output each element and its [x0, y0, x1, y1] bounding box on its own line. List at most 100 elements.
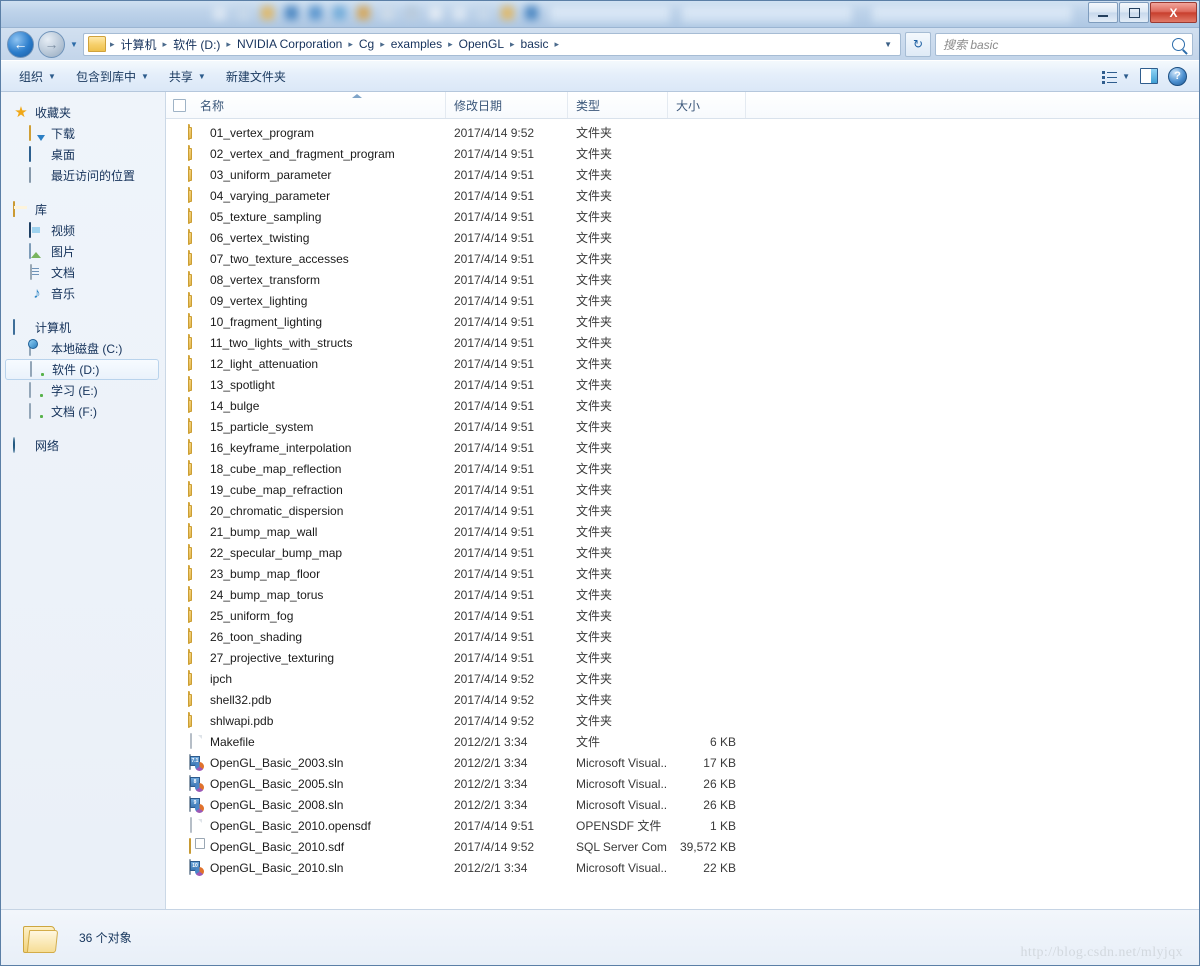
breadcrumb-item-0[interactable]: 计算机: [117, 34, 161, 55]
table-row[interactable]: 16_keyframe_interpolation 2017/4/14 9:51 文…: [166, 437, 1199, 458]
table-row[interactable]: 13_spotlight 2017/4/14 9:51 文件夹: [166, 374, 1199, 395]
table-row[interactable]: 12_light_attenuation 2017/4/14 9:51 文件夹: [166, 353, 1199, 374]
table-row[interactable]: 05_texture_sampling 2017/4/14 9:51 文件夹: [166, 206, 1199, 227]
cell-type: 文件夹: [576, 651, 613, 665]
sidebar-item-2-1[interactable]: 软件 (D:): [5, 359, 159, 380]
toolbar-item-1[interactable]: 包含到库中 ▼: [66, 64, 159, 89]
navigation-pane: ★ 收藏夹 下载 桌面 最近访问的位置库视频 图片 文档 ♪ 音乐计算机 本地磁盘 (C:) 软件 …: [1, 92, 166, 909]
table-row[interactable]: ipch 2017/4/14 9:52 文件夹: [166, 668, 1199, 689]
cell-size: 22 KB: [703, 860, 736, 875]
sidebar-item-1-0[interactable]: 视频: [1, 220, 165, 241]
table-row[interactable]: 26_toon_shading 2017/4/14 9:51 文件夹: [166, 626, 1199, 647]
table-row[interactable]: 8 OpenGL_Basic_2005.sln 2012/2/1 3:34 Micro…: [166, 773, 1199, 794]
sidebar-item-1-2[interactable]: 文档: [1, 262, 165, 283]
help-icon[interactable]: ?: [1168, 66, 1187, 86]
table-row[interactable]: 10_fragment_lighting 2017/4/14 9:51 文件夹: [166, 311, 1199, 332]
table-row[interactable]: 9 OpenGL_Basic_2008.sln 2012/2/1 3:34 Micro…: [166, 794, 1199, 815]
table-row[interactable]: 23_bump_map_floor 2017/4/14 9:51 文件夹: [166, 563, 1199, 584]
search-input[interactable]: 搜索 basic: [935, 32, 1193, 56]
folder-icon: [188, 396, 204, 414]
table-row[interactable]: 06_vertex_twisting 2017/4/14 9:51 文件夹: [166, 227, 1199, 248]
table-row[interactable]: Makefile 2012/2/1 3:34 文件 6 KB: [166, 731, 1199, 752]
maximize-button[interactable]: [1119, 2, 1149, 23]
video-icon: [29, 221, 45, 239]
cell-date: 2017/4/14 9:52: [454, 713, 535, 728]
column-header-name[interactable]: 名称: [192, 92, 446, 118]
cell-name: 7.1 OpenGL_Basic_2003.sln: [166, 752, 446, 773]
sidebar-item-2-2[interactable]: 学习 (E:): [1, 380, 165, 401]
table-row[interactable]: 04_varying_parameter 2017/4/14 9:51 文件夹: [166, 185, 1199, 206]
column-header-type[interactable]: 类型: [568, 92, 668, 118]
table-row[interactable]: 7.1 OpenGL_Basic_2003.sln 2012/2/1 3:34 Mic…: [166, 752, 1199, 773]
sidebar-item-0-0[interactable]: 下载: [1, 123, 165, 144]
select-all-checkbox[interactable]: [166, 92, 192, 118]
table-row[interactable]: 09_vertex_lighting 2017/4/14 9:51 文件夹: [166, 290, 1199, 311]
breadcrumb-item-2[interactable]: NVIDIA Corporation: [233, 35, 346, 53]
sidebar-header-2[interactable]: 计算机: [1, 317, 165, 338]
sidebar-header-0[interactable]: ★ 收藏夹: [1, 102, 165, 123]
sidebar-item-0-1[interactable]: 桌面: [1, 144, 165, 165]
table-row[interactable]: 22_specular_bump_map 2017/4/14 9:51 文件夹: [166, 542, 1199, 563]
sidebar-item-1-3[interactable]: ♪ 音乐: [1, 283, 165, 304]
toolbar-item-2[interactable]: 共享 ▼: [159, 64, 216, 89]
table-row[interactable]: 08_vertex_transform 2017/4/14 9:51 文件夹: [166, 269, 1199, 290]
table-row[interactable]: 21_bump_map_wall 2017/4/14 9:51 文件夹: [166, 521, 1199, 542]
breadcrumb-item-3[interactable]: Cg: [355, 35, 378, 53]
table-row[interactable]: 03_uniform_parameter 2017/4/14 9:51 文件夹: [166, 164, 1199, 185]
forward-button[interactable]: →: [38, 30, 65, 58]
sidebar-item-2-0[interactable]: 本地磁盘 (C:): [1, 338, 165, 359]
address-bar: ← → ▼ ▸ 计算机 ▸ 软件 (D:) ▸ NVIDIA Corporation ▸ Cg…: [1, 28, 1199, 60]
breadcrumb-item-6[interactable]: basic: [517, 35, 553, 53]
table-row[interactable]: 19_cube_map_refraction 2017/4/14 9:51 文件夹: [166, 479, 1199, 500]
sidebar-header-3[interactable]: 网络: [1, 435, 165, 456]
preview-pane-button[interactable]: [1140, 68, 1158, 84]
table-row[interactable]: 24_bump_map_torus 2017/4/14 9:51 文件夹: [166, 584, 1199, 605]
table-row[interactable]: 15_particle_system 2017/4/14 9:51 文件夹: [166, 416, 1199, 437]
table-row[interactable]: 20_chromatic_dispersion 2017/4/14 9:51 文件夹: [166, 500, 1199, 521]
table-row[interactable]: 14_bulge 2017/4/14 9:51 文件夹: [166, 395, 1199, 416]
sidebar-header-1[interactable]: 库: [1, 199, 165, 220]
refresh-button[interactable]: ↻: [905, 31, 931, 57]
sidebar-item-label: 库: [35, 203, 48, 217]
cell-name: 21_bump_map_wall: [166, 521, 446, 542]
toolbar-item-0[interactable]: 组织 ▼: [9, 64, 66, 89]
back-button[interactable]: ←: [7, 30, 34, 58]
cell-type: 文件夹: [576, 378, 613, 392]
table-row[interactable]: 02_vertex_and_fragment_program 2017/4/14 …: [166, 143, 1199, 164]
cell-type: 文件夹: [576, 462, 613, 476]
cell-date: 2017/4/14 9:51: [454, 398, 535, 413]
minimize-button[interactable]: [1088, 2, 1118, 23]
table-row[interactable]: 25_uniform_fog 2017/4/14 9:51 文件夹: [166, 605, 1199, 626]
chevron-down-icon[interactable]: ▼: [878, 40, 898, 49]
table-row[interactable]: 10 OpenGL_Basic_2010.sln 2012/2/1 3:34 Micr…: [166, 857, 1199, 878]
table-row[interactable]: OpenGL_Basic_2010.opensdf 2017/4/14 9:51 O…: [166, 815, 1199, 836]
cell-type: SQL Server Com...: [576, 839, 668, 854]
breadcrumb-item-5[interactable]: OpenGL: [455, 35, 508, 53]
column-header-size[interactable]: 大小: [668, 92, 746, 118]
change-view-button[interactable]: ▼: [1102, 70, 1130, 84]
breadcrumb-separator: ▸: [448, 38, 453, 49]
toolbar-view-controls: ▼ ?: [1102, 66, 1191, 86]
toolbar-item-3[interactable]: 新建文件夹: [216, 64, 296, 89]
table-row[interactable]: 18_cube_map_reflection 2017/4/14 9:51 文件夹: [166, 458, 1199, 479]
sidebar-item-2-3[interactable]: 文档 (F:): [1, 401, 165, 422]
file-name: 06_vertex_twisting: [210, 230, 310, 245]
table-row[interactable]: 01_vertex_program 2017/4/14 9:52 文件夹: [166, 122, 1199, 143]
table-row[interactable]: shell32.pdb 2017/4/14 9:52 文件夹: [166, 689, 1199, 710]
file-name: 20_chromatic_dispersion: [210, 503, 344, 518]
recent-pages-button[interactable]: ▼: [69, 32, 79, 57]
table-row[interactable]: 27_projective_texturing 2017/4/14 9:51 文件夹: [166, 647, 1199, 668]
folder-icon: [188, 480, 204, 498]
close-button[interactable]: X: [1150, 2, 1197, 23]
breadcrumb-bar[interactable]: ▸ 计算机 ▸ 软件 (D:) ▸ NVIDIA Corporation ▸ Cg ▸ examp…: [83, 32, 901, 56]
breadcrumb-item-1[interactable]: 软件 (D:): [169, 34, 224, 55]
cell-name: shell32.pdb: [166, 689, 446, 710]
table-row[interactable]: shlwapi.pdb 2017/4/14 9:52 文件夹: [166, 710, 1199, 731]
table-row[interactable]: OpenGL_Basic_2010.sdf 2017/4/14 9:52 SQL S…: [166, 836, 1199, 857]
breadcrumb-item-4[interactable]: examples: [387, 35, 446, 53]
sidebar-item-0-2[interactable]: 最近访问的位置: [1, 165, 165, 186]
sidebar-item-1-1[interactable]: 图片: [1, 241, 165, 262]
table-row[interactable]: 07_two_texture_accesses 2017/4/14 9:51 文件夹: [166, 248, 1199, 269]
table-row[interactable]: 11_two_lights_with_structs 2017/4/14 9:51…: [166, 332, 1199, 353]
column-header-date[interactable]: 修改日期: [446, 92, 568, 118]
